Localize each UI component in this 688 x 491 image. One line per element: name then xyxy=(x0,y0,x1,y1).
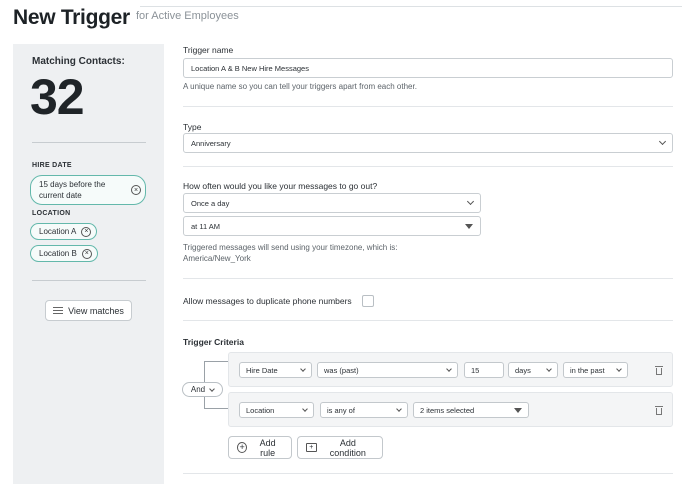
plus-circle-icon: + xyxy=(237,442,248,453)
add-condition-label: Add condition xyxy=(329,437,366,458)
trigger-name-value: Location A & B New Hire Messages xyxy=(191,63,309,73)
rule-value-select[interactable]: 2 items selected xyxy=(413,402,529,418)
type-select[interactable]: Anniversary xyxy=(183,133,673,153)
criteria-tree-line xyxy=(204,361,228,382)
remove-location-b-icon[interactable]: × xyxy=(81,248,92,259)
rule-operator-select[interactable]: is any of xyxy=(320,402,408,418)
trigger-name-help: A unique name so you can tell your trigg… xyxy=(183,82,417,91)
rule-unit-value: days xyxy=(515,365,531,375)
trigger-name-label: Trigger name xyxy=(183,45,234,55)
chevron-down-icon xyxy=(466,197,475,206)
criteria-join-value: And xyxy=(190,385,206,394)
rule-operator-value: is any of xyxy=(327,405,355,415)
chevron-down-icon xyxy=(302,406,308,412)
page-title: New Trigger xyxy=(13,6,130,29)
sidebar-divider xyxy=(32,280,146,281)
rule-field-value: Location xyxy=(246,405,275,415)
chevron-down-icon xyxy=(446,366,452,372)
time-value: at 11 AM xyxy=(191,221,221,231)
rule-direction-select[interactable]: in the past xyxy=(563,362,628,378)
rule-value-text: 2 items selected xyxy=(420,405,475,415)
matching-contacts-count: 32 xyxy=(30,69,85,125)
hire-date-heading: HIRE DATE xyxy=(32,162,72,169)
matching-contacts-label: Matching Contacts: xyxy=(32,56,125,67)
duplicate-phone-checkbox[interactable] xyxy=(362,295,374,307)
view-matches-button[interactable]: View matches xyxy=(45,300,132,321)
remove-hire-date-icon[interactable]: × xyxy=(131,185,141,195)
duplicate-phone-label: Allow messages to duplicate phone number… xyxy=(183,296,352,306)
rule-unit-select[interactable]: days xyxy=(508,362,558,378)
trash-icon[interactable] xyxy=(655,406,663,415)
rule-field-value: Hire Date xyxy=(246,365,278,375)
remove-location-a-icon[interactable]: × xyxy=(81,226,92,237)
criteria-rule-row: Hire Date was (past) 15 days in the past xyxy=(228,352,673,387)
section-divider xyxy=(183,106,673,107)
chevron-down-icon xyxy=(658,137,667,146)
add-rule-button[interactable]: + Add rule xyxy=(228,436,292,459)
trash-icon[interactable] xyxy=(655,366,663,375)
criteria-join-select[interactable]: And xyxy=(182,382,223,397)
type-label: Type xyxy=(183,122,202,132)
add-rule-label: Add rule xyxy=(259,437,276,458)
view-matches-label: View matches xyxy=(68,305,124,316)
location-heading: LOCATION xyxy=(32,210,71,217)
rule-operator-select[interactable]: was (past) xyxy=(317,362,458,378)
chevron-down-icon xyxy=(300,366,306,372)
hire-date-filter-chip: 15 days before the current date × xyxy=(30,175,146,205)
timezone-value: America/New_York xyxy=(183,254,251,263)
sidebar-divider xyxy=(32,142,146,143)
chevron-down-icon xyxy=(546,366,552,372)
page-subtitle: for Active Employees xyxy=(136,10,239,22)
matching-contacts-panel: Matching Contacts: 32 HIRE DATE 15 days … xyxy=(13,44,164,484)
add-condition-button[interactable]: + Add condition xyxy=(297,436,383,459)
chevron-down-icon xyxy=(396,406,402,412)
section-divider xyxy=(183,473,673,474)
rule-amount-input[interactable]: 15 xyxy=(464,362,504,378)
location-chip-label: Location A xyxy=(39,227,77,236)
timezone-help-text: Triggered messages will send using your … xyxy=(183,243,398,252)
type-value: Anniversary xyxy=(191,138,231,148)
caret-down-icon xyxy=(514,407,522,413)
chevron-down-icon xyxy=(616,366,622,372)
folder-plus-icon: + xyxy=(306,443,317,452)
rule-operator-value: was (past) xyxy=(324,365,359,375)
trigger-name-input[interactable]: Location A & B New Hire Messages xyxy=(183,58,673,78)
timezone-help: Triggered messages will send using your … xyxy=(183,242,397,264)
frequency-label: How often would you like your messages t… xyxy=(183,181,378,191)
header-divider xyxy=(140,6,682,7)
rule-direction-value: in the past xyxy=(570,365,605,375)
location-filter-chip: Location B × xyxy=(30,245,98,262)
trigger-criteria-label: Trigger Criteria xyxy=(183,337,244,347)
chevron-down-icon xyxy=(209,385,215,392)
frequency-value: Once a day xyxy=(191,198,230,208)
time-select[interactable]: at 11 AM xyxy=(183,216,481,236)
section-divider xyxy=(183,320,673,321)
frequency-select[interactable]: Once a day xyxy=(183,193,481,213)
checklist-icon xyxy=(53,306,64,315)
criteria-tree-line xyxy=(204,397,228,409)
section-divider xyxy=(183,166,673,167)
caret-down-icon xyxy=(465,223,473,229)
rule-field-select[interactable]: Location xyxy=(239,402,314,418)
criteria-rule-row: Location is any of 2 items selected xyxy=(228,392,673,427)
hire-date-chip-label: 15 days before the current date xyxy=(39,180,106,200)
location-chip-label: Location B xyxy=(39,249,77,258)
rule-field-select[interactable]: Hire Date xyxy=(239,362,312,378)
section-divider xyxy=(183,278,673,279)
location-filter-chip: Location A × xyxy=(30,223,98,240)
rule-amount-value: 15 xyxy=(471,365,480,375)
